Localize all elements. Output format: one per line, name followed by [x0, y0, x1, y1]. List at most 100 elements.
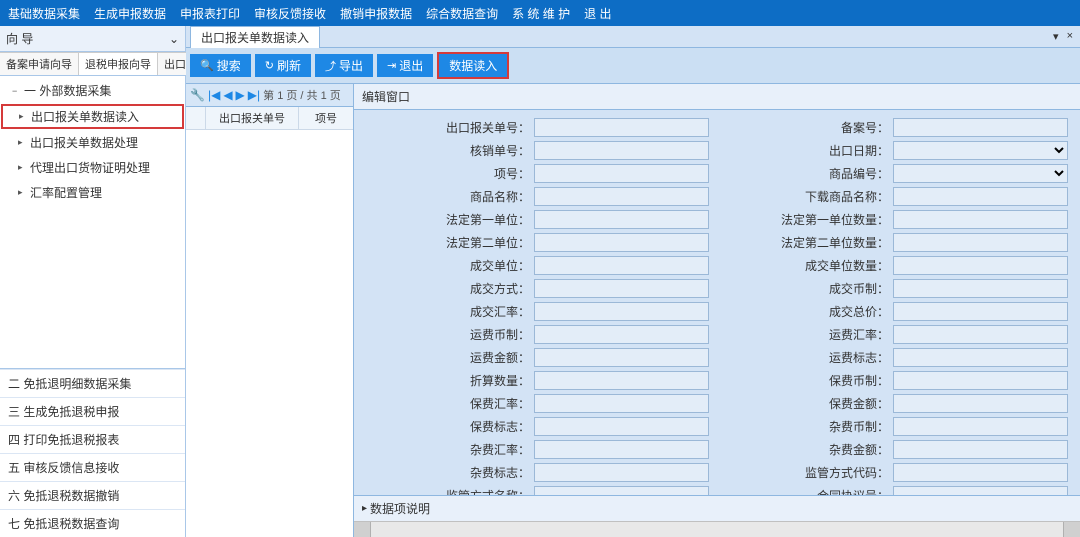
sidebar-tab[interactable]: 退税申报向导 — [79, 52, 158, 75]
prev-icon[interactable]: ◀ — [223, 88, 232, 102]
main-tab-active[interactable]: 出口报关单数据读入 — [190, 26, 320, 48]
tabbar-min-icon[interactable]: ▾ — [1050, 30, 1062, 43]
form-field[interactable] — [534, 348, 709, 367]
top-menu-item[interactable]: 撤销申报数据 — [340, 5, 412, 22]
sidebar-link[interactable]: 七 免抵退税数据查询 — [0, 509, 185, 537]
form-field[interactable] — [893, 302, 1068, 321]
form-row: 成交汇率： — [358, 302, 717, 321]
sidebar-link[interactable]: 二 免抵退明细数据采集 — [0, 369, 185, 397]
form-field[interactable] — [893, 325, 1068, 344]
form-label: 成交单位数量： — [717, 257, 893, 274]
form-field[interactable] — [534, 256, 709, 275]
data-read-button[interactable]: 数据读入 — [437, 52, 509, 79]
top-menu-item[interactable]: 审核反馈接收 — [254, 5, 326, 22]
form-field[interactable] — [893, 141, 1068, 160]
form-row: 成交总价： — [717, 302, 1076, 321]
form-row: 运费币制： — [358, 325, 717, 344]
form-label: 备案号： — [717, 119, 893, 136]
sidebar-bottom: 二 免抵退明细数据采集三 生成免抵退税申报四 打印免抵退税报表五 审核反馈信息接… — [0, 368, 185, 537]
tabbar-close-icon[interactable]: × — [1064, 30, 1076, 43]
form-field[interactable] — [534, 417, 709, 436]
form-field[interactable] — [893, 417, 1068, 436]
sidebar-link[interactable]: 六 免抵退税数据撤销 — [0, 481, 185, 509]
horizontal-scrollbar[interactable] — [354, 521, 1080, 537]
form-field[interactable] — [534, 440, 709, 459]
form-label: 杂费币制： — [717, 418, 893, 435]
chevron-right-icon: ▸ — [18, 187, 26, 198]
sidebar-link[interactable]: 三 生成免抵退税申报 — [0, 397, 185, 425]
form-row: 监管方式名称： — [358, 486, 717, 495]
main-tabbar: 出口报关单数据读入 ▾ × — [186, 26, 1080, 48]
form-field[interactable] — [893, 371, 1068, 390]
sidebar: 向 导 ⌄ 备案申请向导退税申报向导出口已使 − 一 外部数据采集 ▸出口报关单… — [0, 26, 186, 537]
form-row: 运费金额： — [358, 348, 717, 367]
footer-info[interactable]: ▸ 数据项说明 — [354, 495, 1080, 521]
top-menu-item[interactable]: 系 统 维 护 — [512, 5, 570, 22]
form-label: 杂费金额： — [717, 441, 893, 458]
form-row: 核销单号： — [358, 141, 717, 160]
form-scroll[interactable]: 出口报关单号：备案号：核销单号：出口日期：项号：商品编号：商品名称：下载商品名称… — [354, 110, 1080, 495]
exit-button[interactable]: ⇥退出 — [377, 54, 433, 77]
tree-group-1[interactable]: − 一 外部数据采集 — [0, 78, 185, 103]
first-icon[interactable]: |◀ — [208, 88, 220, 102]
form-field[interactable] — [534, 279, 709, 298]
top-menu: 基础数据采集生成申报数据申报表打印审核反馈接收撤销申报数据综合数据查询系 统 维… — [0, 0, 1080, 26]
form-field[interactable] — [534, 486, 709, 495]
top-menu-item[interactable]: 生成申报数据 — [94, 5, 166, 22]
form-row: 法定第二单位： — [358, 233, 717, 252]
form-field[interactable] — [534, 118, 709, 137]
top-menu-item[interactable]: 基础数据采集 — [8, 5, 80, 22]
sidebar-link[interactable]: 四 打印免抵退税报表 — [0, 425, 185, 453]
form-label: 法定第一单位： — [358, 211, 534, 228]
export-button[interactable]: ⤴导出 — [315, 54, 373, 77]
form-field[interactable] — [893, 463, 1068, 482]
form-field[interactable] — [893, 233, 1068, 252]
tree-item[interactable]: ▸汇率配置管理 — [0, 180, 185, 205]
last-icon[interactable]: ▶| — [248, 88, 260, 102]
sidebar-tabs: 备案申请向导退税申报向导出口已使 — [0, 52, 185, 76]
form-field[interactable] — [893, 486, 1068, 495]
form-field[interactable] — [534, 463, 709, 482]
sidebar-link[interactable]: 五 审核反馈信息接收 — [0, 453, 185, 481]
tree-item[interactable]: ▸出口报关单数据读入 — [1, 104, 184, 129]
wrench-icon[interactable]: 🔧 — [190, 88, 205, 102]
form-field[interactable] — [534, 302, 709, 321]
form-field[interactable] — [534, 141, 709, 160]
search-button[interactable]: 🔍搜索 — [190, 54, 251, 77]
form-field[interactable] — [534, 233, 709, 252]
top-menu-item[interactable]: 综合数据查询 — [426, 5, 498, 22]
sidebar-header: 向 导 ⌄ — [0, 26, 185, 52]
form-field[interactable] — [534, 394, 709, 413]
form-field[interactable] — [893, 440, 1068, 459]
tree-item[interactable]: ▸代理出口货物证明处理 — [0, 155, 185, 180]
form-label: 监管方式代码： — [717, 464, 893, 481]
refresh-button[interactable]: ↻刷新 — [255, 54, 311, 77]
form-label: 运费币制： — [358, 326, 534, 343]
form-field[interactable] — [893, 256, 1068, 275]
form-field[interactable] — [534, 164, 709, 183]
edit-window-title: 编辑窗口 — [354, 84, 1080, 110]
tree-item[interactable]: ▸出口报关单数据处理 — [0, 130, 185, 155]
form-field[interactable] — [534, 325, 709, 344]
sidebar-collapse-icon[interactable]: ⌄ — [169, 32, 179, 46]
form-field[interactable] — [534, 187, 709, 206]
sidebar-tab[interactable]: 备案申请向导 — [0, 52, 79, 75]
next-icon[interactable]: ▶ — [236, 88, 245, 102]
top-menu-item[interactable]: 申报表打印 — [180, 5, 240, 22]
form-field[interactable] — [893, 394, 1068, 413]
form-field[interactable] — [893, 348, 1068, 367]
form-row: 商品编号： — [717, 164, 1076, 183]
form-field[interactable] — [534, 210, 709, 229]
form-field[interactable] — [893, 118, 1068, 137]
form-row: 商品名称： — [358, 187, 717, 206]
form-field[interactable] — [893, 210, 1068, 229]
refresh-icon: ↻ — [265, 59, 274, 72]
form-field[interactable] — [893, 279, 1068, 298]
form-field[interactable] — [893, 164, 1068, 183]
list-header: 出口报关单号 项号 — [186, 107, 353, 130]
list-col-item-no: 项号 — [299, 107, 353, 129]
form-label: 运费标志： — [717, 349, 893, 366]
form-field[interactable] — [893, 187, 1068, 206]
top-menu-item[interactable]: 退 出 — [584, 5, 611, 22]
form-field[interactable] — [534, 371, 709, 390]
